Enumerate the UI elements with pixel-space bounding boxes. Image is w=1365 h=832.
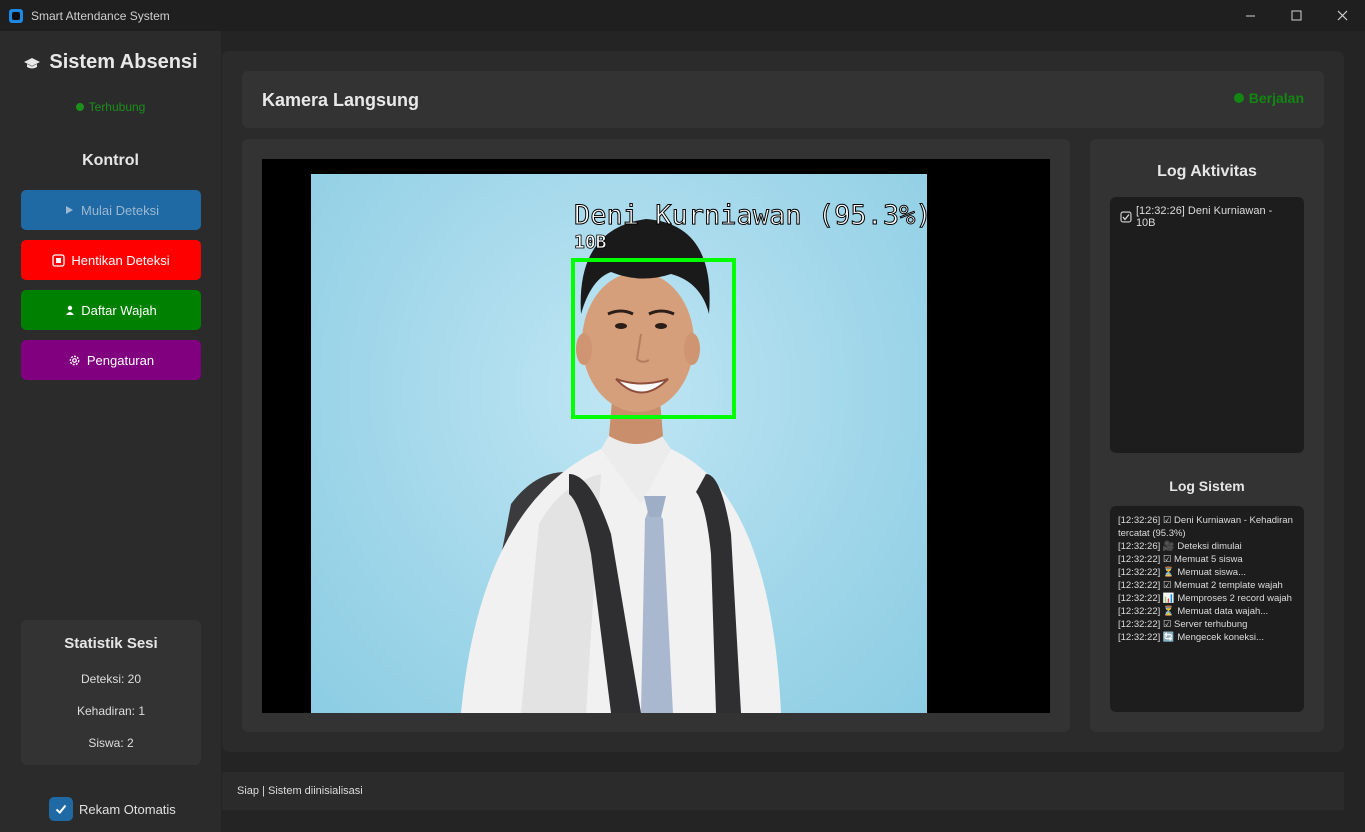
person-icon	[66, 305, 75, 315]
activity-log-entry: [12:32:26] Deni Kurniawan - 10B	[1120, 205, 1294, 229]
window-title: Smart Attendance System	[31, 8, 170, 23]
auto-record-label: Rekam Otomatis	[79, 801, 176, 817]
status-dot-icon	[75, 103, 84, 111]
gear-icon	[69, 355, 80, 365]
app-icon	[9, 8, 23, 23]
auto-record-checkbox[interactable]	[49, 797, 73, 821]
system-log-entry: [12:32:22] ⏳ Memuat data wajah...	[1118, 606, 1269, 617]
minimize-button[interactable]	[1227, 0, 1273, 31]
system-log-entry: [12:32:26] ☑ Deni Kurniawan - Kehadiran …	[1118, 515, 1293, 539]
system-log-entry: [12:32:22] 📊 Memproses 2 record wajah	[1118, 593, 1292, 604]
system-log-entry: [12:32:22] 🔄 Mengecek koneksi...	[1118, 632, 1264, 643]
check-box-icon	[1120, 211, 1132, 223]
register-face-button[interactable]: Daftar Wajah	[21, 290, 201, 330]
system-log-entry: [12:32:22] ⏳ Memuat siswa...	[1118, 567, 1246, 578]
close-button[interactable]	[1319, 0, 1365, 31]
settings-button[interactable]: Pengaturan	[21, 340, 201, 380]
camera-frame-image: Deni Kurniawan (95.3%) 10B	[311, 174, 927, 713]
stop-detection-label: Hentikan Deteksi	[71, 252, 170, 268]
stop-icon	[52, 253, 66, 267]
maximize-button[interactable]	[1273, 0, 1319, 31]
face-label-name: Deni Kurniawan (95.3%)	[574, 200, 927, 231]
graduation-cap-icon	[24, 57, 41, 68]
stop-detection-button[interactable]: Hentikan Deteksi	[21, 240, 201, 280]
status-bar-text: Siap | Sistem diinisialisasi	[237, 785, 363, 797]
activity-log-text: [12:32:26] Deni Kurniawan - 10B	[1135, 205, 1273, 229]
stat-students: Siswa: 2	[88, 736, 134, 750]
log-panel: Log Aktivitas [12:32:26] Deni Kurniawan …	[1090, 139, 1324, 732]
brand: Sistem Absensi	[0, 51, 221, 74]
system-log-entry: [12:32:22] ☑ Memuat 2 template wajah	[1118, 580, 1283, 591]
system-log-entry: [12:32:22] ☑ Server terhubung	[1118, 619, 1248, 630]
camera-feed: Deni Kurniawan (95.3%) 10B	[262, 159, 1050, 713]
register-face-label: Daftar Wajah	[81, 302, 157, 318]
status-bar: Siap | Sistem diinisialisasi	[222, 772, 1344, 810]
activity-log-box[interactable]: [12:32:26] Deni Kurniawan - 10B	[1110, 197, 1304, 453]
window-titlebar: Smart Attendance System	[0, 0, 1365, 31]
session-stats-title: Statistik Sesi	[64, 635, 158, 652]
camera-panel: Deni Kurniawan (95.3%) 10B	[242, 139, 1070, 732]
session-stats-panel: Statistik Sesi Deteksi: 20 Kehadiran: 1 …	[21, 620, 201, 765]
auto-record-toggle[interactable]: Rekam Otomatis	[49, 797, 176, 821]
system-log-entry: [12:32:22] ☑ Memuat 5 siswa	[1118, 554, 1243, 565]
app-title: Sistem Absensi	[49, 51, 198, 73]
system-log-title: Log Sistem	[1169, 478, 1245, 494]
running-status: Berjalan	[1233, 90, 1304, 106]
student-photo: Deni Kurniawan (95.3%) 10B	[461, 200, 927, 713]
minimize-icon	[1245, 15, 1255, 17]
running-label: Berjalan	[1248, 90, 1304, 106]
system-log-entry: [12:32:26] 🎥 Deteksi dimulai	[1118, 541, 1242, 552]
sidebar: Sistem Absensi Terhubung Kontrol Mulai D…	[0, 31, 221, 832]
connection-status: Terhubung	[0, 100, 221, 114]
play-icon	[65, 206, 73, 214]
camera-title: Kamera Langsung	[262, 90, 420, 110]
maximize-icon	[1291, 10, 1301, 21]
face-label-class: 10B	[574, 232, 607, 253]
stat-detections: Deteksi: 20	[80, 672, 142, 686]
connection-label: Terhubung	[88, 100, 146, 114]
main-area: Kamera Langsung Berjalan Deni Kurniawan …	[222, 51, 1344, 752]
stat-attendance: Kehadiran: 1	[76, 704, 146, 718]
start-detection-label: Mulai Deteksi	[80, 202, 160, 218]
camera-header: Kamera Langsung Berjalan	[242, 71, 1324, 128]
running-dot-icon	[1233, 93, 1244, 103]
control-heading: Kontrol	[82, 152, 139, 169]
system-log-box[interactable]: [12:32:26] ☑ Deni Kurniawan - Kehadiran …	[1110, 506, 1304, 712]
check-icon	[55, 804, 67, 814]
close-icon	[1337, 10, 1347, 21]
activity-log-title: Log Aktivitas	[1157, 163, 1257, 180]
start-detection-button[interactable]: Mulai Deteksi	[21, 190, 201, 230]
settings-label: Pengaturan	[86, 352, 155, 368]
